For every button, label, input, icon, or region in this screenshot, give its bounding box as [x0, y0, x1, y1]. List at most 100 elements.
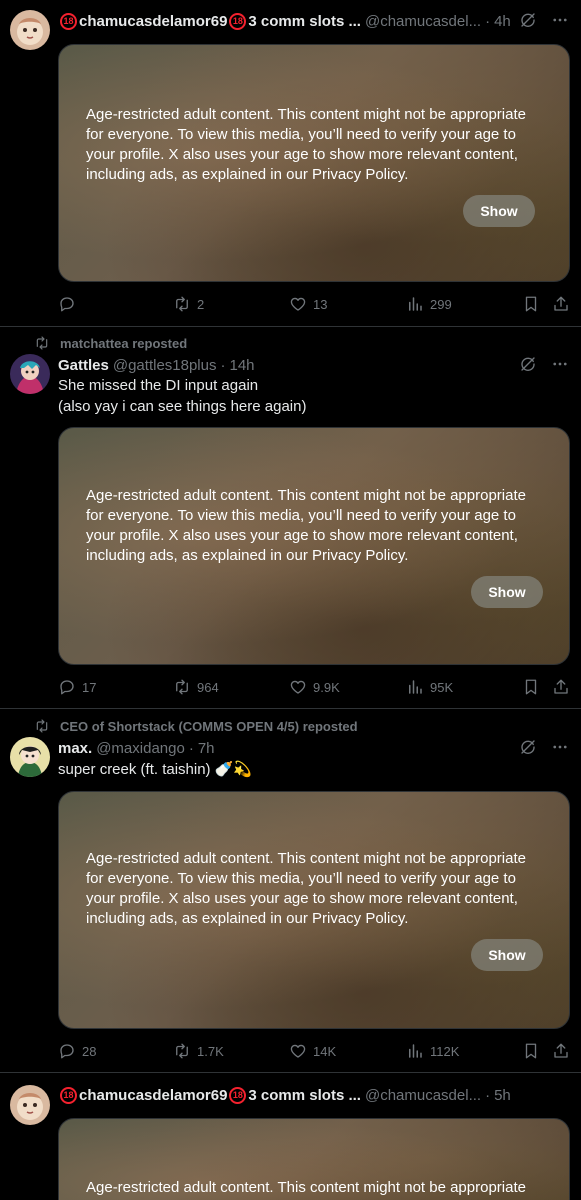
tweet[interactable]: 18 chamucasdelamor69 18 3 comm slots ...… — [0, 1073, 581, 1200]
like-count: 14K — [313, 1043, 337, 1059]
age-restricted-notice: Age-restricted adult content. This conte… — [86, 487, 526, 564]
tweet-actions: 2 13 299 — [58, 294, 573, 314]
separator-dot: · — [485, 1086, 491, 1104]
tweet-text-line: (also yay i can see things here again) — [58, 398, 307, 415]
tweet[interactable]: CEO of Shortstack (COMMS OPEN 4/5) repos… — [0, 709, 581, 1073]
bookmark-icon — [522, 1042, 540, 1060]
views-button[interactable]: 95K — [406, 677, 453, 697]
display-name[interactable]: Gattles — [58, 357, 109, 374]
timestamp[interactable]: 5h — [494, 1087, 511, 1104]
timestamp[interactable]: 14h — [229, 357, 254, 374]
views-count: 299 — [430, 296, 452, 312]
age-badge-icon: 18 — [60, 12, 77, 30]
repost-icon — [173, 295, 191, 313]
tweet-header: Gattles @gattles18plus · 14h — [58, 355, 569, 375]
tweet-actions: 28 1.7K 14K 112K — [58, 1041, 573, 1061]
user-handle[interactable]: @chamucasdel... — [365, 1087, 481, 1104]
tweet-text: super creek (ft. taishin) 🍼💫 — [58, 759, 561, 780]
bookmark-icon — [522, 678, 540, 696]
views-button[interactable]: 112K — [406, 1041, 459, 1061]
user-handle[interactable]: @chamucasdel... — [365, 13, 481, 30]
tweet-text-line: super creek (ft. taishin) 🍼💫 — [58, 761, 253, 778]
sensitive-media[interactable]: Age-restricted adult content. This conte… — [58, 427, 570, 665]
age-restricted-notice: Age-restricted adult content. This conte… — [86, 850, 526, 927]
tweet-actions: 17 964 9.9K 95K — [58, 677, 573, 697]
reply-button[interactable]: 28 — [58, 1041, 96, 1061]
repost-button[interactable]: 2 — [173, 294, 204, 314]
age-badge-icon: 18 — [60, 1086, 77, 1104]
display-name[interactable]: max. — [58, 740, 92, 757]
views-count: 95K — [430, 679, 454, 695]
show-button[interactable]: Show — [471, 939, 543, 971]
display-name[interactable]: 18 chamucasdelamor69 18 3 comm slots ... — [58, 12, 361, 30]
bookmark-button[interactable] — [522, 294, 540, 314]
grok-icon[interactable] — [519, 355, 537, 373]
repost-icon — [34, 335, 50, 351]
heart-icon — [289, 678, 307, 696]
grok-icon[interactable] — [519, 11, 537, 29]
reply-button[interactable]: 17 — [58, 677, 96, 697]
bookmark-button[interactable] — [522, 1041, 540, 1061]
like-count: 13 — [313, 296, 328, 312]
tweet-text: She missed the DI input again (also yay … — [58, 375, 561, 417]
share-button[interactable] — [552, 294, 570, 314]
more-icon[interactable] — [551, 355, 569, 373]
separator-dot: · — [485, 12, 491, 30]
views-icon — [406, 295, 424, 313]
reply-icon — [58, 295, 76, 313]
views-count: 112K — [430, 1043, 460, 1059]
bookmark-button[interactable] — [522, 677, 540, 697]
tweet-text-line: She missed the DI input again — [58, 377, 259, 394]
user-handle[interactable]: @maxidango — [96, 740, 185, 757]
age-badge-icon: 18 — [229, 1086, 247, 1104]
like-count: 9.9K — [313, 679, 340, 695]
repost-count: 964 — [197, 679, 219, 695]
avatar[interactable] — [10, 737, 50, 777]
sensitive-media[interactable]: Age-restricted adult content. This conte… — [58, 44, 570, 282]
age-restricted-notice: Age-restricted adult content. This conte… — [86, 106, 526, 183]
heart-icon — [289, 295, 307, 313]
show-button[interactable]: Show — [463, 195, 535, 227]
views-icon — [406, 678, 424, 696]
tweet-header: 18 chamucasdelamor69 18 3 comm slots ...… — [58, 11, 569, 31]
display-name[interactable]: 18 chamucasdelamor69 18 3 comm slots ... — [58, 1086, 361, 1104]
share-icon — [552, 678, 570, 696]
show-button[interactable]: Show — [471, 576, 543, 608]
views-button[interactable]: 299 — [406, 294, 452, 314]
tweet[interactable]: matchattea reposted Gattles @gattles18pl… — [0, 327, 581, 709]
reply-count: 28 — [82, 1043, 97, 1059]
separator-dot: · — [188, 739, 194, 757]
repost-button[interactable]: 1.7K — [173, 1041, 224, 1061]
share-icon — [552, 295, 570, 313]
timeline-feed: 18 chamucasdelamor69 18 3 comm slots ...… — [0, 0, 581, 1200]
age-badge-icon: 18 — [229, 12, 247, 30]
tweet[interactable]: 18 chamucasdelamor69 18 3 comm slots ...… — [0, 0, 581, 327]
like-button[interactable]: 13 — [289, 294, 327, 314]
reply-count: 17 — [82, 679, 97, 695]
more-icon[interactable] — [551, 738, 569, 756]
age-restricted-notice: Age-restricted adult content. This conte… — [86, 1179, 526, 1200]
repost-icon — [173, 1042, 191, 1060]
more-icon[interactable] — [551, 11, 569, 29]
avatar[interactable] — [10, 354, 50, 394]
user-handle[interactable]: @gattles18plus — [113, 357, 217, 374]
sensitive-media[interactable]: Age-restricted adult content. This conte… — [58, 791, 570, 1029]
repost-context[interactable]: CEO of Shortstack (COMMS OPEN 4/5) repos… — [34, 718, 358, 734]
heart-icon — [289, 1042, 307, 1060]
like-button[interactable]: 9.9K — [289, 677, 340, 697]
grok-icon[interactable] — [519, 738, 537, 756]
repost-button[interactable]: 964 — [173, 677, 219, 697]
repost-icon — [34, 718, 50, 734]
avatar[interactable] — [10, 1085, 50, 1125]
avatar[interactable] — [10, 10, 50, 50]
like-button[interactable]: 14K — [289, 1041, 336, 1061]
timestamp[interactable]: 7h — [198, 740, 215, 757]
share-button[interactable] — [552, 1041, 570, 1061]
sensitive-media[interactable]: Age-restricted adult content. This conte… — [58, 1118, 570, 1200]
reply-icon — [58, 678, 76, 696]
repost-context[interactable]: matchattea reposted — [34, 335, 187, 351]
reply-button[interactable] — [58, 294, 76, 314]
share-button[interactable] — [552, 677, 570, 697]
tweet-header: max. @maxidango · 7h — [58, 738, 569, 758]
separator-dot: · — [220, 356, 226, 374]
